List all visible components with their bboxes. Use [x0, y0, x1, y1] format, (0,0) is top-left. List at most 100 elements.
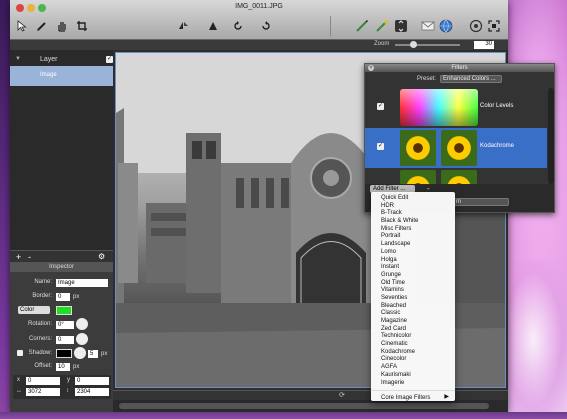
- menu-item[interactable]: Grunge: [371, 272, 455, 280]
- filters-scrollbar[interactable]: [548, 88, 554, 184]
- menu-item[interactable]: Bleached: [371, 303, 455, 311]
- menu-item[interactable]: Black & White: [371, 218, 455, 226]
- menu-item[interactable]: B-Track: [371, 210, 455, 218]
- menu-item[interactable]: Cinecolor: [371, 356, 455, 364]
- color-mode-select[interactable]: Color: [18, 306, 50, 314]
- menu-items: Quick Edit HDR B-Track Black & White Misc Fi…: [371, 195, 455, 387]
- menu-item[interactable]: Vitamins: [371, 287, 455, 295]
- menu-separator: [371, 390, 455, 392]
- info-icon[interactable]: [468, 18, 484, 34]
- zoom-value-field[interactable]: 30: [474, 41, 494, 49]
- preset-select[interactable]: Enhanced Colors ...: [440, 75, 502, 83]
- rotate-right-icon[interactable]: [258, 18, 274, 34]
- menu-item[interactable]: Lomo: [371, 249, 455, 257]
- layers-header: ▼ Layer ✓: [10, 53, 113, 65]
- offset-unit: px: [73, 364, 80, 370]
- border-label: Border:: [32, 293, 52, 299]
- gear-icon[interactable]: ⚙: [98, 252, 105, 261]
- menu-item[interactable]: Holga: [371, 257, 455, 265]
- desktop-wallpaper-highlight: [500, 260, 567, 419]
- remove-layer-button[interactable]: -: [28, 252, 31, 262]
- menu-item[interactable]: Zed Card: [371, 326, 455, 334]
- filter-item[interactable]: ✓ Kodachrome: [365, 128, 547, 168]
- filter-enabled-checkbox[interactable]: ✓: [377, 103, 384, 110]
- pencil-icon[interactable]: [34, 18, 50, 34]
- layer-visibility-checkbox[interactable]: ✓: [106, 56, 113, 63]
- menu-item[interactable]: Technicolor: [371, 333, 455, 341]
- filter-thumbnail: [441, 170, 477, 184]
- filters-header: × Filters: [365, 64, 554, 72]
- width-field[interactable]: 3072: [26, 388, 60, 396]
- zoom-label: Zoom: [374, 41, 390, 47]
- toolbar: IMG_0011.JPG: [10, 0, 508, 40]
- menu-item[interactable]: Misc Filters: [371, 226, 455, 234]
- arrow-pointer-icon[interactable]: [14, 18, 30, 34]
- menu-item[interactable]: Kodachrome: [371, 349, 455, 357]
- magic-wand-icon[interactable]: [374, 18, 390, 34]
- y-field[interactable]: 0: [75, 377, 109, 385]
- color-swatch[interactable]: [56, 306, 72, 315]
- menu-item[interactable]: AGFA: [371, 364, 455, 372]
- corners-dial[interactable]: [76, 333, 88, 345]
- filter-thumbnail: [400, 170, 436, 184]
- menu-item[interactable]: Seventies: [371, 295, 455, 303]
- inspector-title: Inspector: [10, 262, 113, 272]
- x-label: x: [17, 377, 20, 383]
- toolbar-separator: [330, 16, 331, 36]
- rotation-field[interactable]: 0°: [56, 321, 74, 329]
- menu-item[interactable]: Quick Edit: [371, 195, 455, 203]
- y-label: y: [67, 377, 70, 383]
- menu-item[interactable]: Classic: [371, 310, 455, 318]
- menu-item[interactable]: Instant: [371, 264, 455, 272]
- rotation-dial[interactable]: [76, 318, 88, 330]
- height-field[interactable]: 2304: [75, 388, 109, 396]
- mail-icon[interactable]: [420, 18, 436, 34]
- adjust-icon[interactable]: [393, 18, 409, 34]
- shadow-label: Shadow:: [28, 350, 52, 356]
- menu-item[interactable]: Cinematic: [371, 341, 455, 349]
- zoom-slider-knob[interactable]: [410, 41, 418, 48]
- menu-item[interactable]: Portrait: [371, 233, 455, 241]
- blend-mode-select[interactable]: m: [453, 198, 509, 206]
- layers-title: Layer: [40, 56, 58, 63]
- filter-item[interactable]: ✓ Color Levels: [365, 88, 547, 128]
- x-field[interactable]: 0: [26, 377, 60, 385]
- menu-item[interactable]: Landscape: [371, 241, 455, 249]
- globe-icon[interactable]: [438, 18, 454, 34]
- geometry-box: x 0 y 0 ↔ 3072 ↕ 2304: [13, 375, 111, 399]
- zoom-slider[interactable]: [395, 44, 460, 46]
- crop-icon[interactable]: [74, 18, 90, 34]
- shadow-field[interactable]: 5: [88, 350, 98, 358]
- window-title: IMG_0011.JPG: [235, 3, 283, 10]
- layer-item-label: Image: [40, 72, 57, 78]
- corners-field[interactable]: 0: [56, 336, 74, 344]
- menu-item[interactable]: Magazine: [371, 318, 455, 326]
- shadow-angle-dial[interactable]: [74, 347, 86, 359]
- menu-item[interactable]: Kaurismaki: [371, 372, 455, 380]
- skew-icon[interactable]: [205, 18, 221, 34]
- add-layer-button[interactable]: +: [16, 252, 21, 262]
- menu-item[interactable]: HDR: [371, 203, 455, 211]
- add-filter-menu: Quick Edit HDR B-Track Black & White Misc Fi…: [371, 192, 455, 401]
- filter-enabled-checkbox[interactable]: ✓: [377, 143, 384, 150]
- border-field[interactable]: 0: [56, 293, 70, 301]
- hand-icon[interactable]: [54, 18, 70, 34]
- name-label: Name:: [34, 279, 52, 285]
- menu-item[interactable]: Imagerie: [371, 380, 455, 388]
- rotate-left-icon[interactable]: [230, 18, 246, 34]
- brush-icon[interactable]: [354, 18, 370, 34]
- layers-panel: ▼ Layer ✓ Image + - ⚙: [10, 50, 113, 262]
- flip-icon[interactable]: [175, 18, 191, 34]
- filter-item[interactable]: [365, 168, 547, 184]
- shadow-color-swatch[interactable]: [56, 349, 72, 358]
- fullscreen-icon[interactable]: [486, 18, 502, 34]
- layer-item[interactable]: Image: [10, 66, 113, 86]
- menu-item[interactable]: Old Time: [371, 280, 455, 288]
- disclosure-triangle-icon[interactable]: ▼: [15, 56, 21, 62]
- corners-label: Corners:: [28, 336, 52, 342]
- offset-field[interactable]: 10: [56, 363, 70, 371]
- scroll-thumb[interactable]: [119, 403, 489, 409]
- menu-item-core-image-filters[interactable]: Core Image Filters ▶: [371, 394, 455, 402]
- name-field[interactable]: Image: [56, 279, 108, 287]
- preset-label: Preset:: [417, 76, 437, 82]
